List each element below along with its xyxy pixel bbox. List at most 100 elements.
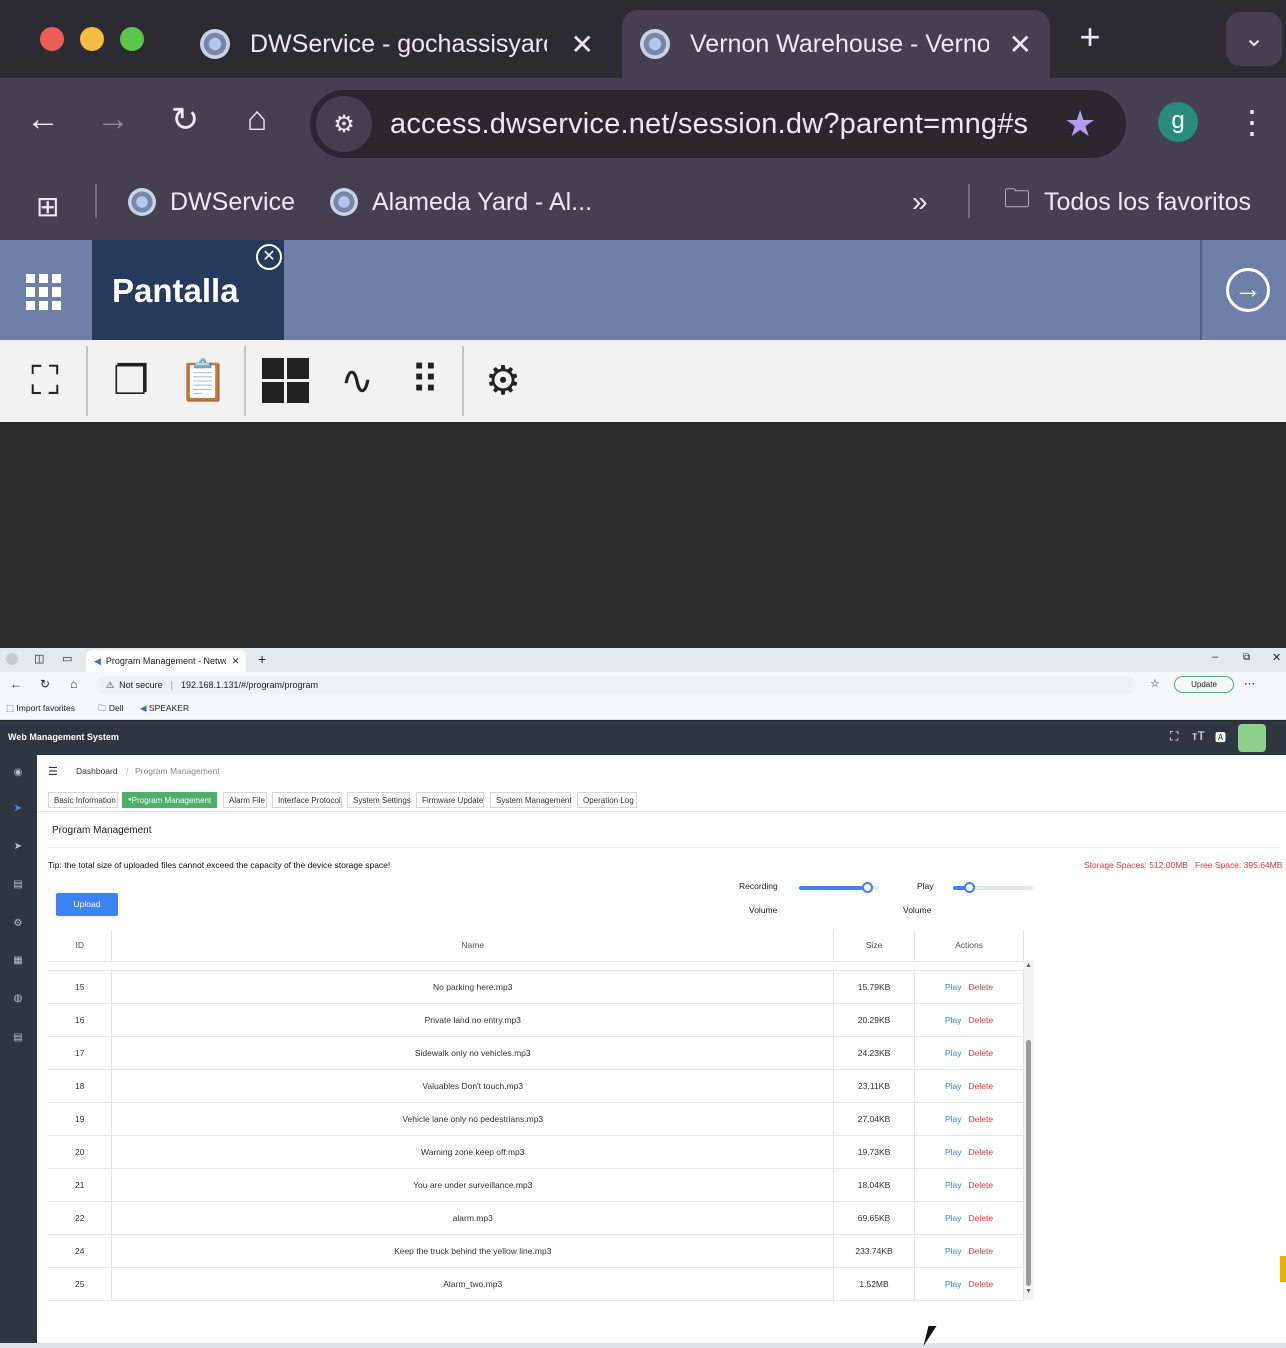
activity-icon[interactable]: ∿ <box>330 352 384 410</box>
zoom-window-button[interactable] <box>120 27 144 51</box>
tab-vernon-warehouse[interactable]: Vernon Warehouse - Vernon ✕ <box>622 10 1050 78</box>
remote-url-field[interactable]: ⚠ Not secure | 192.168.1.131/#/program/p… <box>96 676 1136 694</box>
user-avatar[interactable] <box>1238 724 1266 752</box>
fullscreen-icon[interactable]: ⛶ <box>1170 729 1178 744</box>
settings-icon[interactable]: ⚙ <box>10 918 26 932</box>
workspaces-icon[interactable]: ◫ <box>34 652 44 665</box>
more-menu-icon[interactable]: ⋮ <box>1236 100 1268 144</box>
close-window-icon[interactable]: ✕ <box>1272 651 1281 664</box>
favorites-icon[interactable]: ☆ <box>1150 677 1160 690</box>
program-icon[interactable]: ➤ <box>10 803 26 817</box>
delete-link[interactable]: Delete <box>968 1114 993 1124</box>
new-tab-icon[interactable]: + <box>258 651 266 667</box>
remote-tab-program-management[interactable]: ◀ Program Management - Network ✕ <box>86 650 246 672</box>
minimize-window-button[interactable] <box>80 27 104 51</box>
delete-link[interactable]: Delete <box>968 1048 993 1058</box>
tab-firmware-update[interactable]: Firmware Update <box>416 792 484 808</box>
delete-link[interactable]: Delete <box>968 1246 993 1256</box>
play-link[interactable]: Play <box>945 1015 962 1025</box>
bookmark-alameda-yard[interactable]: Alameda Yard - Al... <box>330 176 592 228</box>
scrollbar-thumb[interactable] <box>1026 1040 1031 1286</box>
bookmark-star-icon[interactable]: ★ <box>1064 103 1096 145</box>
home-icon[interactable]: ⌂ <box>232 100 282 139</box>
address-bar[interactable]: ⚙ access.dwservice.net/session.dw?parent… <box>310 90 1126 158</box>
menu-toggle-icon[interactable]: ☰ <box>48 765 58 778</box>
windows-icon[interactable] <box>262 352 314 410</box>
apps-menu-icon[interactable] <box>26 274 62 310</box>
speaker-bookmark[interactable]: ◀ SPEAKER <box>140 703 189 714</box>
tab-program-management[interactable]: ● Program Management <box>122 792 217 808</box>
more-icon[interactable]: ⋯ <box>1244 677 1255 690</box>
bookmark-dwservice[interactable]: DWService <box>128 176 295 228</box>
home-icon[interactable]: ⌂ <box>70 677 77 691</box>
forward-icon[interactable]: → <box>88 100 138 139</box>
delete-link[interactable]: Delete <box>968 1180 993 1190</box>
profile-avatar[interactable]: g <box>1158 102 1198 142</box>
logout-icon[interactable]: → <box>1226 268 1270 312</box>
tab-alarm-file[interactable]: Alarm File <box>223 792 267 808</box>
tab-basic-information[interactable]: Basic Information <box>48 792 118 808</box>
tab-search-icon[interactable]: ⌄ <box>1226 12 1282 66</box>
reload-icon[interactable]: ↻ <box>160 100 210 140</box>
paste-icon[interactable]: 📋 <box>176 352 230 410</box>
translate-icon[interactable]: 🅰 <box>1215 729 1226 745</box>
font-size-icon[interactable]: ᴛT <box>1192 729 1205 743</box>
delete-link[interactable]: Delete <box>968 982 993 992</box>
tab-interface-protocol[interactable]: Interface Protocol <box>272 792 342 808</box>
column-name[interactable]: Name <box>111 930 835 962</box>
column-size[interactable]: Size <box>833 930 916 962</box>
edge-profile-icon[interactable] <box>6 653 18 665</box>
site-info-icon[interactable]: ⚙ <box>316 96 372 152</box>
fullscreen-icon[interactable]: ⛶ <box>18 352 72 410</box>
restore-icon[interactable]: ⧉ <box>1243 652 1250 663</box>
close-tab-icon[interactable]: ✕ <box>571 28 594 61</box>
play-volume-handle[interactable] <box>964 882 975 893</box>
document-icon[interactable]: ▤ <box>10 879 26 893</box>
import-favorites-link[interactable]: ⬚ Import favorites <box>6 703 75 714</box>
close-window-button[interactable] <box>40 27 64 51</box>
pantalla-tab[interactable]: Pantalla ✕ <box>92 240 284 340</box>
close-tab-icon[interactable]: ✕ <box>256 244 282 270</box>
play-link[interactable]: Play <box>945 1180 962 1190</box>
tab-system-settings[interactable]: System Settings <box>347 792 411 808</box>
breadcrumb-dashboard[interactable]: Dashboard <box>76 766 118 776</box>
upload-button[interactable]: Upload <box>56 893 118 916</box>
copy-icon[interactable]: ❐ <box>104 352 158 410</box>
play-link[interactable]: Play <box>945 1081 962 1091</box>
play-link[interactable]: Play <box>945 1147 962 1157</box>
delete-link[interactable]: Delete <box>968 1279 993 1289</box>
network-icon[interactable]: ◍ <box>10 993 26 1007</box>
tab-dwservice[interactable]: DWService - gochassisyard ✕ <box>182 10 612 78</box>
play-link[interactable]: Play <box>945 1048 962 1058</box>
play-link[interactable]: Play <box>945 1114 962 1124</box>
play-link[interactable]: Play <box>945 1279 962 1289</box>
dashboard-icon[interactable]: ◉ <box>10 767 26 781</box>
minimize-icon[interactable]: – <box>1212 651 1218 663</box>
recording-volume-handle[interactable] <box>862 882 873 893</box>
close-tab-icon[interactable]: ✕ <box>232 656 240 667</box>
play-link[interactable]: Play <box>945 1213 962 1223</box>
scroll-down-icon[interactable]: ▼ <box>1025 1288 1032 1295</box>
log-icon[interactable]: ▤ <box>10 1032 26 1046</box>
table-scrollbar[interactable]: ▲ ▼ <box>1024 960 1034 1300</box>
scroll-up-icon[interactable]: ▲ <box>1025 962 1032 969</box>
delete-link[interactable]: Delete <box>968 1015 993 1025</box>
recording-volume-slider[interactable] <box>799 882 879 893</box>
dell-folder[interactable]: 🗀 Dell <box>98 703 124 717</box>
update-button[interactable]: Update <box>1174 676 1234 693</box>
back-icon[interactable]: ← <box>18 100 68 139</box>
play-volume-slider[interactable] <box>953 882 1033 893</box>
tab-operation-log[interactable]: Operation Log <box>577 792 637 808</box>
settings-gear-icon[interactable]: ⚙ <box>476 352 530 410</box>
delete-link[interactable]: Delete <box>968 1213 993 1223</box>
more-bookmarks-icon[interactable]: » <box>912 176 928 228</box>
apps-grid-icon[interactable]: ⊞ <box>36 180 59 232</box>
play-link[interactable]: Play <box>945 982 962 992</box>
all-bookmarks-folder[interactable]: 🗀 Todos los favoritos <box>1004 176 1251 228</box>
delete-link[interactable]: Delete <box>968 1147 993 1157</box>
column-id[interactable]: ID <box>48 930 113 962</box>
close-tab-icon[interactable]: ✕ <box>1009 28 1032 61</box>
tab-actions-icon[interactable]: ▭ <box>62 652 72 665</box>
modules-icon[interactable]: ▦ <box>10 955 26 969</box>
new-tab-icon[interactable]: + <box>1072 16 1108 60</box>
